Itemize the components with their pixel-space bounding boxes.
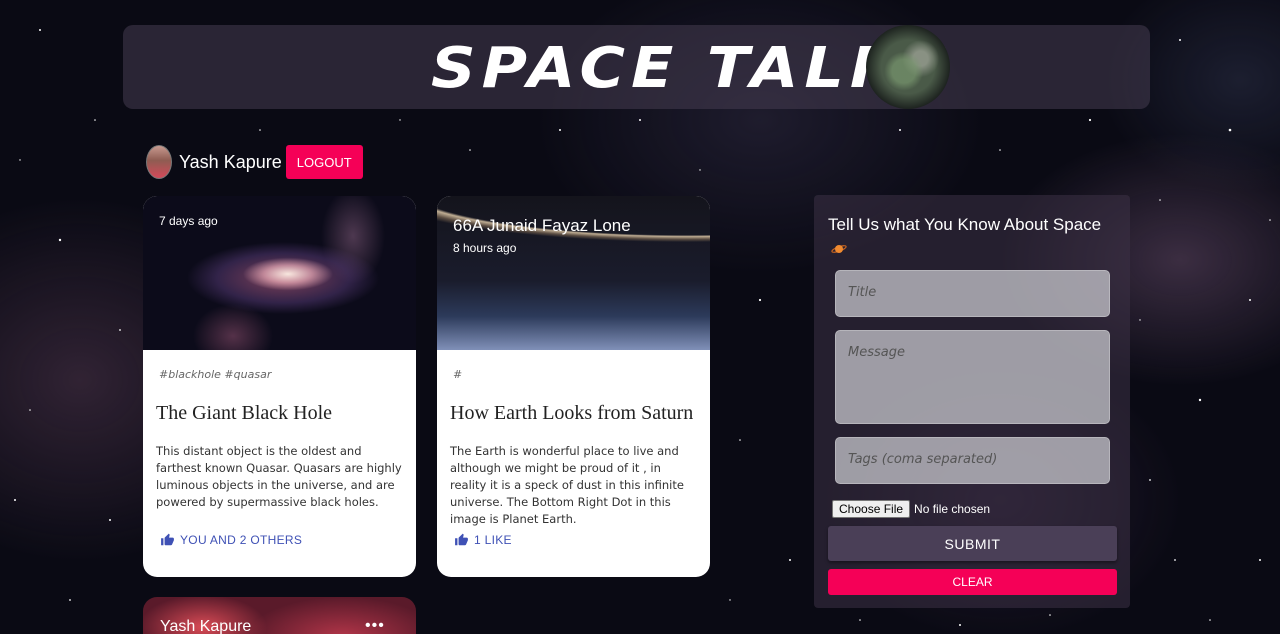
post-author: 66A Junaid Fayaz Lone <box>453 216 631 235</box>
avatar[interactable] <box>146 145 172 179</box>
post-time: 7 days ago <box>159 214 218 228</box>
user-bar: Yash Kapure LOGOUT <box>146 144 363 180</box>
thumbs-up-icon <box>455 533 468 546</box>
like-count: YOU AND 2 OTHERS <box>180 533 303 547</box>
like-button[interactable]: 1 LIKE <box>454 533 512 547</box>
like-button[interactable]: YOU AND 2 OTHERS <box>160 533 302 547</box>
post-message: The Earth is wonderful place to live and… <box>450 444 684 526</box>
tags-input[interactable]: Tags (coma separated) <box>835 437 1110 484</box>
logout-button[interactable]: LOGOUT <box>285 145 363 179</box>
site-header: SPACE TALKS <box>123 25 1150 109</box>
post-author: Yash Kapure <box>160 618 252 634</box>
earth-logo-image <box>866 25 950 109</box>
post-time: 8 hours ago <box>453 241 517 255</box>
choose-file-button[interactable]: Choose File <box>832 500 911 518</box>
user-name: Yash Kapure <box>179 151 282 172</box>
post-title: The Giant Black Hole <box>156 402 333 424</box>
post-image: 7 days ago <box>143 196 416 350</box>
post-card[interactable]: Yash Kapure ••• <box>143 597 416 634</box>
post-message: This distant object is the oldest and fa… <box>156 444 402 509</box>
post-image: 66A Junaid Fayaz Lone 8 hours ago <box>437 196 710 350</box>
post-actions: 1 LIKE <box>437 529 710 551</box>
post-card[interactable]: 7 days ago #blackhole #quasar The Giant … <box>143 196 416 577</box>
post-tags: #blackhole #quasar <box>159 368 272 381</box>
submit-button[interactable]: SUBMIT <box>828 526 1117 561</box>
title-input[interactable]: Title <box>835 270 1110 317</box>
ringed-planet-icon <box>831 245 847 253</box>
like-count: 1 LIKE <box>474 533 512 547</box>
more-horizontal-icon[interactable]: ••• <box>365 617 385 634</box>
file-upload: Choose File No file chosen <box>832 500 990 518</box>
create-post-form: Tell Us what You Know About Space Title … <box>814 195 1130 608</box>
post-actions: YOU AND 2 OTHERS <box>143 529 416 551</box>
post-tags: # <box>453 368 463 381</box>
thumbs-up-icon <box>161 533 174 546</box>
file-status: No file chosen <box>914 502 991 516</box>
post-card[interactable]: 66A Junaid Fayaz Lone 8 hours ago # How … <box>437 196 710 577</box>
form-heading: Tell Us what You Know About Space <box>828 215 1102 234</box>
message-input[interactable]: Message <box>835 330 1110 424</box>
post-title: How Earth Looks from Saturn <box>450 402 694 424</box>
clear-button[interactable]: CLEAR <box>828 569 1117 595</box>
